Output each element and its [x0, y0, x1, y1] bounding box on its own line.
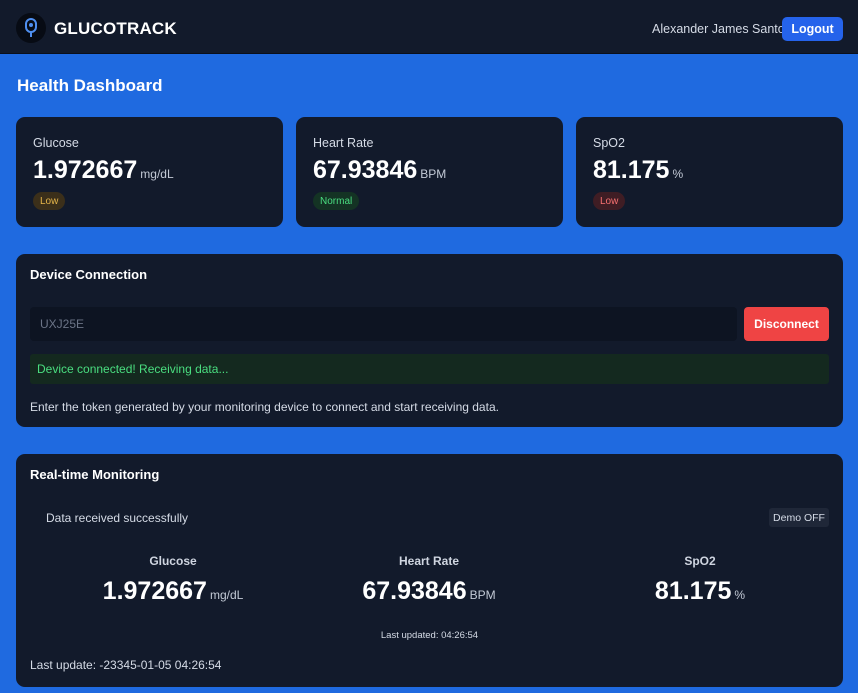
connection-status-message: Device connected! Receiving data... [30, 354, 829, 384]
reading-value-row: 81.175% [570, 577, 830, 606]
metric-value-row: 81.175% [593, 156, 683, 185]
metric-label: SpO2 [593, 136, 625, 150]
top-navbar: GLUCOTRACK Alexander James Santos Logout [0, 0, 858, 54]
reading-unit: mg/dL [209, 588, 244, 602]
user-name: Alexander James Santos [652, 22, 791, 36]
metric-label: Glucose [33, 136, 79, 150]
heart-rate-card: Heart Rate 67.93846 BPM Normal [296, 117, 563, 227]
metric-unit: BPM [420, 167, 447, 181]
reading-unit: BPM [469, 588, 496, 602]
device-connection-panel: Device Connection Disconnect Device conn… [16, 254, 843, 427]
last-updated-time: Last updated: 04:26:54 [380, 630, 479, 641]
reading-value: 67.93846 [362, 577, 467, 605]
glucose-meter-icon [25, 18, 37, 37]
reading-spo2: SpO2 81.175% [570, 554, 830, 606]
device-token-input[interactable] [30, 307, 737, 341]
metric-value: 81.175 [593, 156, 670, 184]
glucose-card: Glucose 1.972667 mg/dL Low [16, 117, 283, 227]
reading-value-row: 1.972667 mg/dL [43, 577, 303, 606]
section-title: Device Connection [30, 267, 148, 282]
realtime-monitoring-panel: Real-time Monitoring Data received succe… [16, 454, 843, 687]
reading-label: Glucose [149, 554, 197, 568]
reading-label: SpO2 [684, 554, 716, 568]
reading-value-row: 67.93846 BPM [299, 577, 559, 606]
reading-label: Heart Rate [398, 554, 460, 568]
section-title: Real-time Monitoring [30, 467, 160, 482]
status-badge: Low [33, 192, 66, 210]
disconnect-button[interactable]: Disconnect [744, 307, 829, 341]
logo [16, 13, 46, 43]
metric-value: 1.972667 [33, 156, 138, 184]
brand-name: GLUCOTRACK [54, 19, 177, 38]
reading-glucose: Glucose 1.972667 mg/dL [43, 554, 303, 606]
spo2-card: SpO2 81.175% Low [576, 117, 843, 227]
last-update-timestamp: Last update: -23345-01-05 04:26:54 [30, 658, 222, 672]
logout-button[interactable]: Logout [782, 17, 843, 41]
metric-value-row: 67.93846 BPM [313, 156, 446, 185]
reading-heart-rate: Heart Rate 67.93846 BPM [299, 554, 559, 606]
reading-unit: % [734, 588, 746, 602]
metric-label: Heart Rate [313, 136, 374, 150]
metric-value-row: 1.972667 mg/dL [33, 156, 174, 185]
metric-unit: % [672, 167, 684, 181]
metric-value: 67.93846 [313, 156, 418, 184]
status-badge: Low [593, 192, 626, 210]
demo-toggle-button[interactable]: Demo OFF [769, 508, 829, 527]
reading-value: 1.972667 [102, 577, 207, 605]
metric-unit: mg/dL [140, 167, 174, 181]
data-status-text: Data received successfully [46, 511, 189, 525]
reading-value: 81.175 [654, 577, 732, 605]
status-badge: Normal [313, 192, 360, 210]
help-text: Enter the token generated by your monito… [30, 400, 499, 414]
page-title: Health Dashboard [17, 76, 163, 95]
